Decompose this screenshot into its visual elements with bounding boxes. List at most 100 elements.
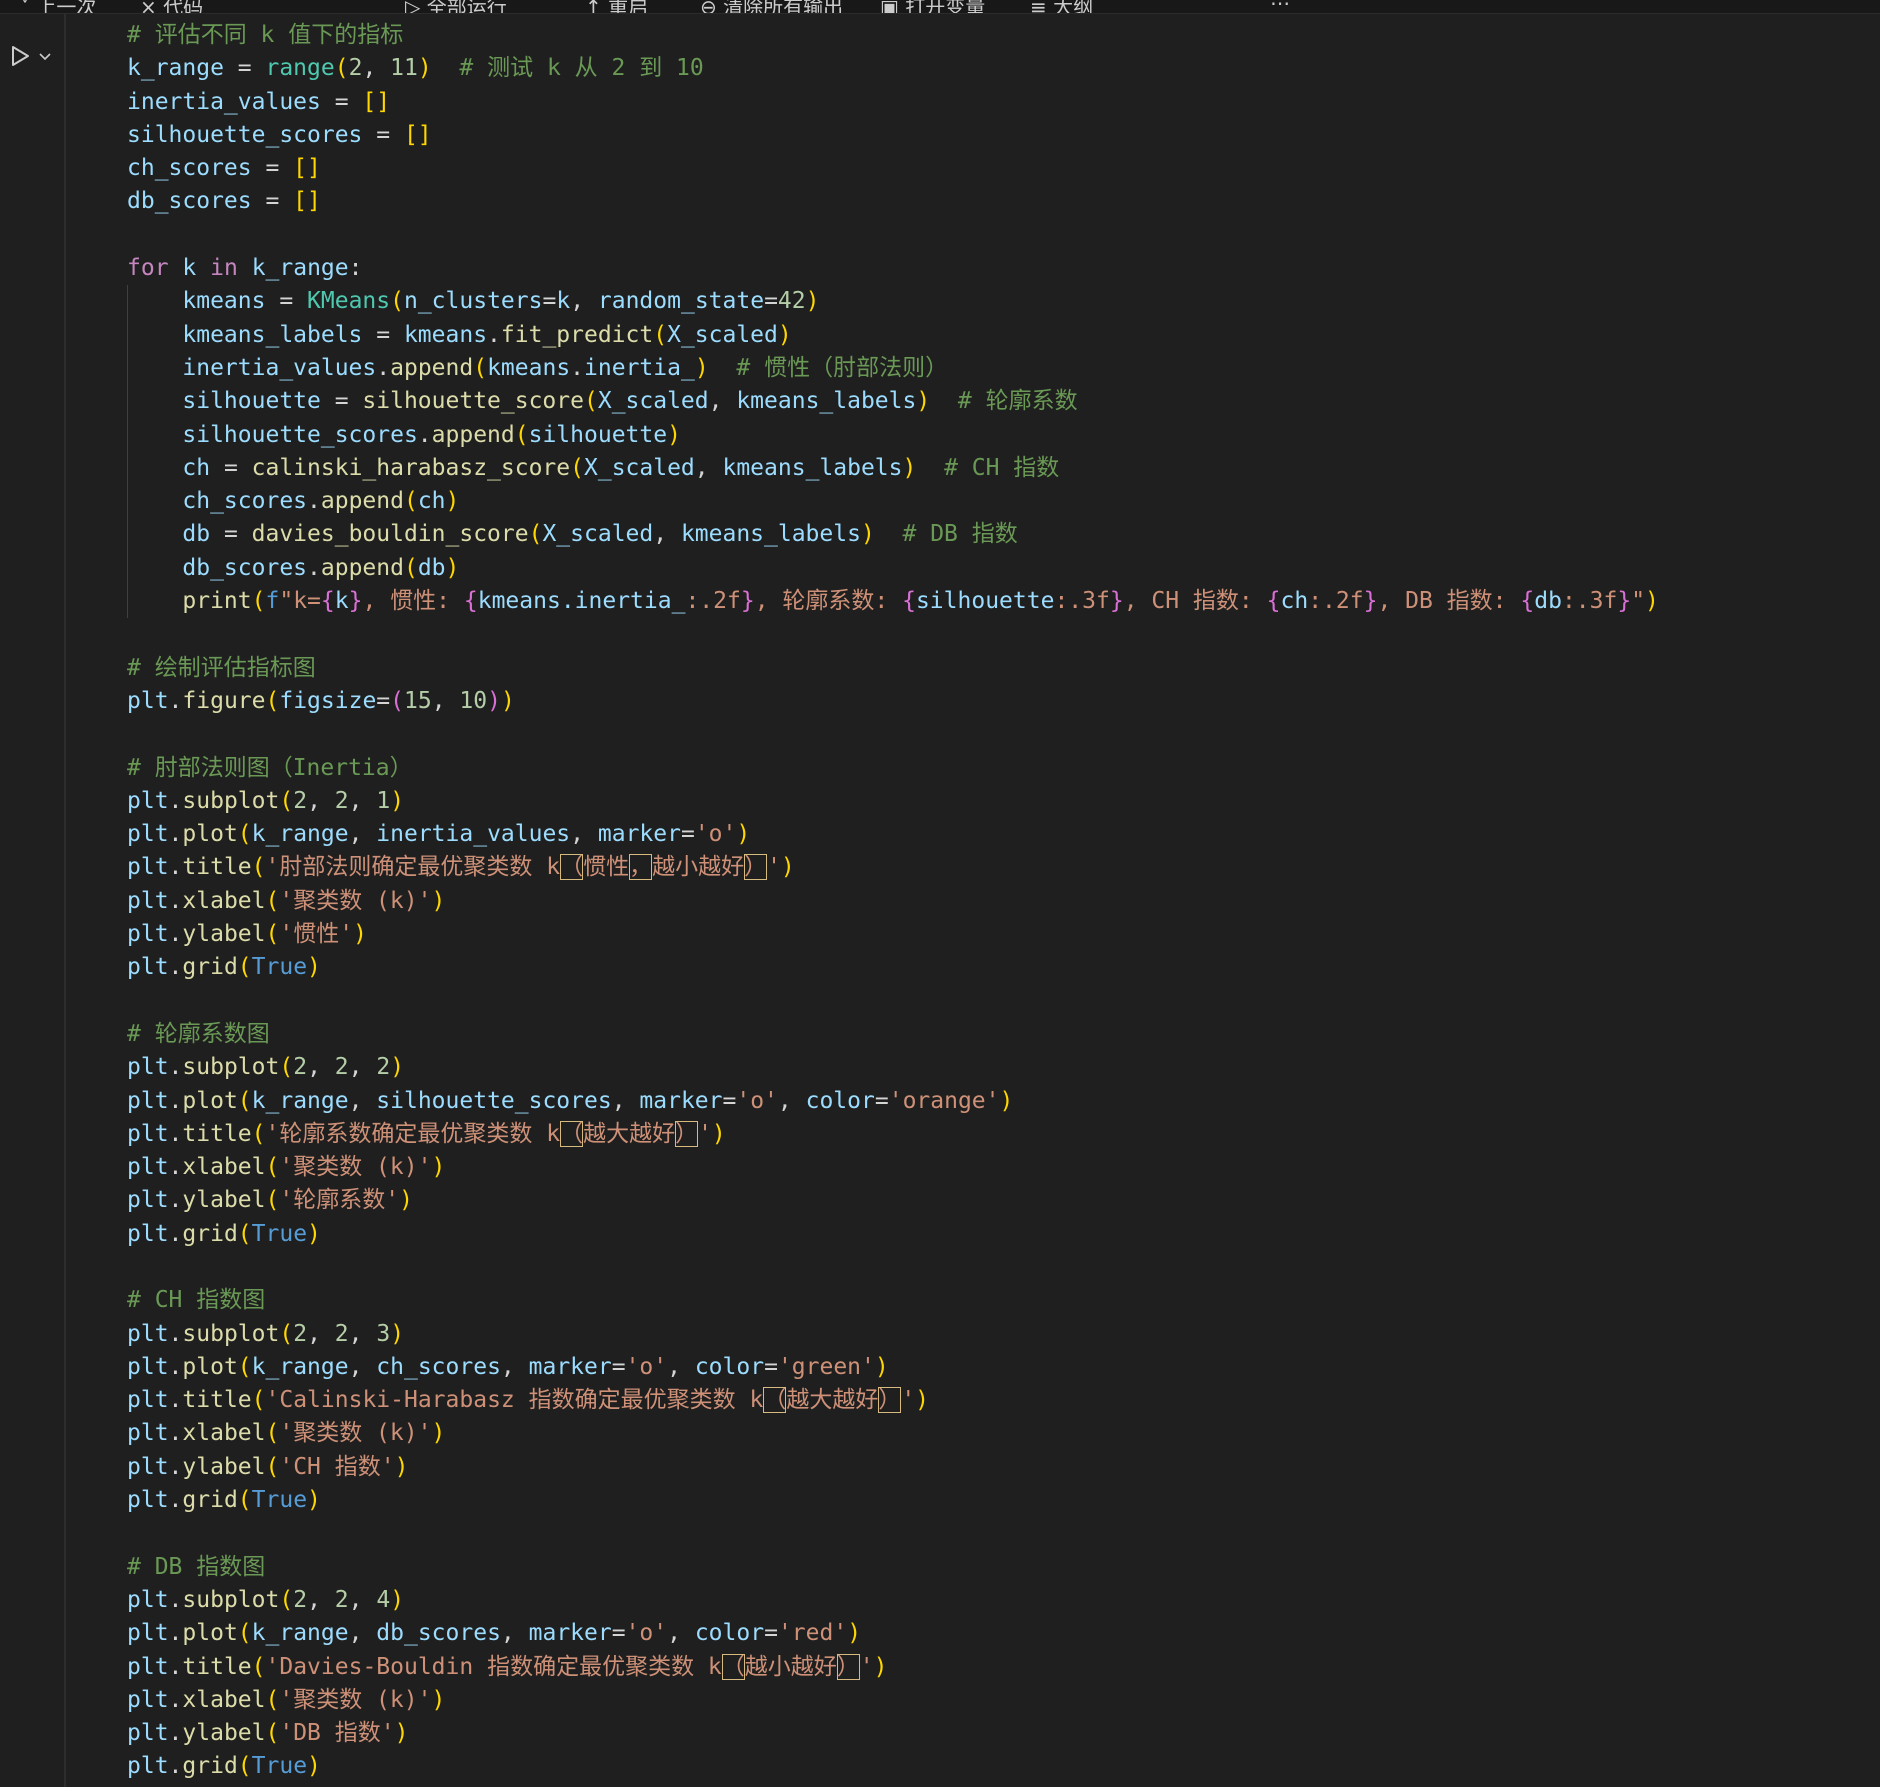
code-token: append	[431, 421, 515, 448]
code-token: # 绘制评估指标图	[127, 654, 316, 681]
code-token: .	[168, 1487, 183, 1514]
code-token: ,	[348, 787, 377, 814]
code-token: .	[168, 1353, 183, 1380]
code-token: plot	[182, 1087, 238, 1114]
code-token: )	[399, 1187, 413, 1214]
code-token: )	[390, 1054, 405, 1081]
code-token: marker	[528, 1620, 612, 1647]
code-token: )	[711, 1120, 726, 1147]
toolbar-item[interactable]: × 代码	[140, 0, 203, 13]
code-token: ,	[307, 1320, 335, 1347]
code-token: []	[293, 155, 321, 182]
code-token: (	[265, 887, 280, 914]
code-token: '聚类数 (k)'	[279, 1420, 432, 1447]
code-token: .	[168, 1453, 183, 1480]
code-token: '	[859, 1653, 874, 1680]
cell-focus-border	[64, 14, 66, 1787]
code-token: plt	[127, 1487, 169, 1514]
code-token: for	[127, 255, 169, 282]
code-token: db_scores	[376, 1620, 501, 1647]
code-token: plt	[127, 1220, 169, 1247]
code-token: # DB 指数	[902, 521, 1018, 548]
code-token: kmeans_labels	[736, 388, 917, 415]
code-token: (	[265, 1720, 280, 1747]
code-token: plt	[127, 887, 169, 914]
code-token: figure	[182, 687, 266, 714]
code-token: subplot	[182, 1586, 280, 1613]
code-token: (	[251, 1387, 266, 1414]
toolbar-item[interactable]: ↑ 重启	[585, 0, 648, 13]
code-token: silhouette_scores	[127, 121, 363, 148]
code-token: plt	[127, 687, 169, 714]
code-token: )	[1645, 588, 1659, 615]
toolbar-item[interactable]: ▷ 全部运行	[405, 0, 507, 13]
code-token: plt	[127, 1353, 169, 1380]
code-token: 2	[334, 1586, 349, 1613]
code-token: in	[210, 255, 238, 282]
code-token: =	[611, 1620, 626, 1647]
code-token: )	[307, 1753, 321, 1780]
code-token: 2	[348, 55, 363, 82]
code-token: 越大越好	[786, 1387, 879, 1414]
run-cell-button[interactable]	[8, 42, 60, 70]
code-token: 越小越好	[652, 854, 745, 881]
code-token: )	[307, 1220, 321, 1247]
code-token: )	[780, 854, 795, 881]
code-token: )	[916, 388, 931, 415]
code-token: }	[1617, 588, 1632, 615]
code-token: k	[334, 588, 349, 615]
toolbar-item[interactable]: ▣ 打开变量	[880, 0, 985, 13]
code-token: （	[560, 1120, 584, 1147]
code-token: # DB 指数图	[127, 1553, 266, 1580]
code-token: )	[417, 55, 432, 82]
chevron-down-icon[interactable]	[36, 47, 54, 65]
code-line: # 绘制评估指标图	[127, 652, 1659, 685]
toolbar-item[interactable]: ⊖ 清除所有输出	[700, 0, 843, 13]
code-token: :	[348, 255, 363, 282]
code-line: for k in k_range:	[127, 252, 1659, 285]
code-token: =	[874, 1087, 889, 1114]
code-token: .	[168, 1387, 183, 1414]
code-token: 'red'	[777, 1620, 848, 1647]
code-token: )	[500, 687, 515, 714]
code-token: title	[182, 854, 252, 881]
code-token: 惯性	[583, 854, 630, 881]
code-token: kmeans_labels	[680, 521, 861, 548]
code-token: title	[182, 1120, 252, 1147]
toolbar-item[interactable]: ≡ 大纲	[1030, 0, 1093, 13]
code-token: ）	[744, 854, 768, 881]
toolbar-item[interactable]: ⋯	[1270, 0, 1290, 13]
code-token: :.3f	[1561, 588, 1618, 615]
code-token: inertia_values	[376, 821, 571, 848]
code-cell-editor[interactable]: # 评估不同 k 值下的指标 k_range = range(2, 11) # 测…	[127, 19, 1659, 1784]
code-token: .	[168, 954, 183, 981]
code-token: marker	[597, 821, 681, 848]
code-token: plt	[127, 787, 169, 814]
code-token: ylabel	[182, 1453, 266, 1480]
code-token: k_range	[251, 821, 349, 848]
code-token: 2	[334, 1054, 349, 1081]
code-token: '聚类数 (k)'	[279, 1154, 432, 1181]
code-token: (	[403, 488, 418, 515]
code-token: db_scores	[182, 554, 308, 581]
code-line: plt.grid(True)	[127, 1750, 1659, 1783]
code-token: 越大越好	[583, 1120, 676, 1147]
code-token: (	[237, 1087, 252, 1114]
code-token: (	[265, 921, 280, 948]
code-line: plt.grid(True)	[127, 951, 1659, 984]
code-line: ch_scores = []	[127, 152, 1659, 185]
code-token: .	[487, 321, 501, 348]
toolbar-item[interactable]: ˅ 上一次	[20, 0, 96, 13]
code-token: .	[168, 1720, 183, 1747]
code-token: , CH 指数:	[1123, 588, 1267, 615]
code-token: plt	[127, 1387, 169, 1414]
code-token: {	[320, 588, 335, 615]
code-token: plt	[127, 1320, 169, 1347]
code-token: (	[251, 1120, 266, 1147]
code-token: X_scaled	[667, 321, 778, 348]
code-token: )	[431, 1420, 446, 1447]
code-token: kmeans_labels	[182, 321, 363, 348]
